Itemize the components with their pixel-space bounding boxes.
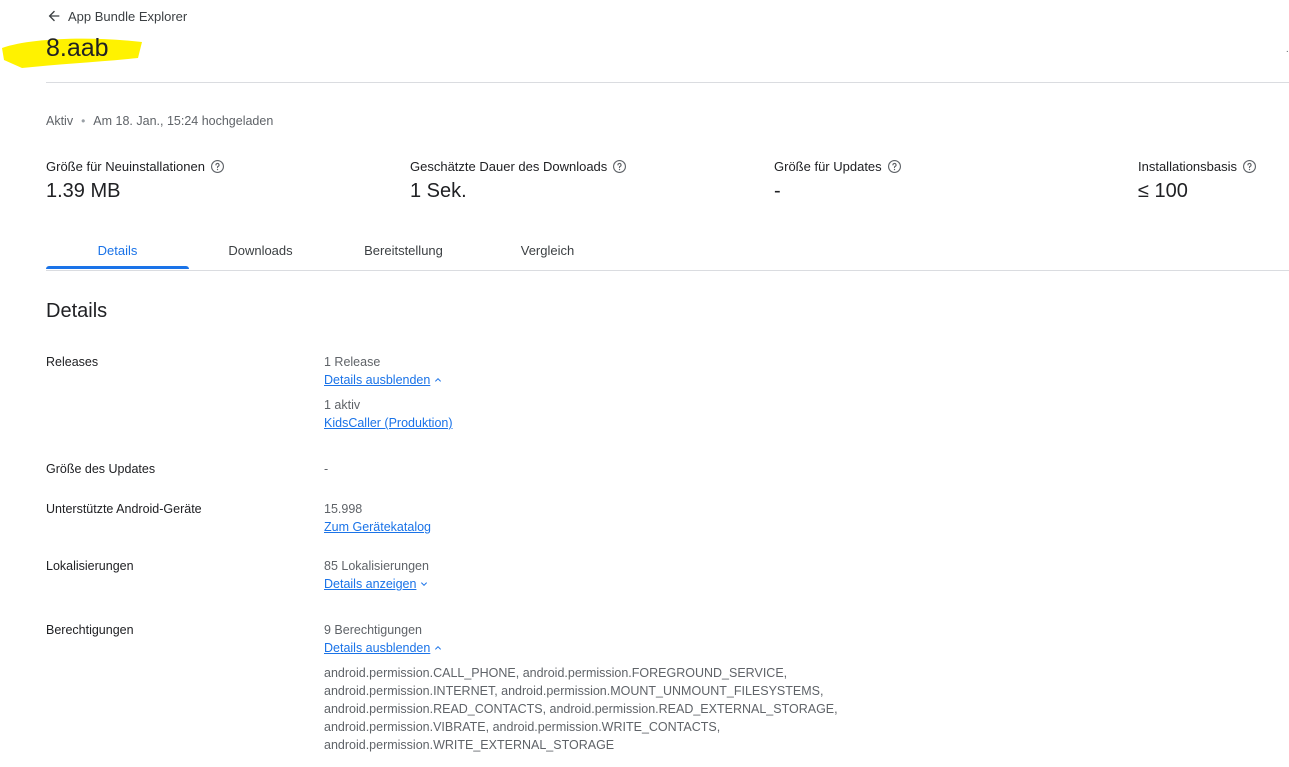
update-size-label: Größe des Updates — [46, 462, 156, 476]
metric-install-base: Installationsbasis ≤ 100 — [1138, 159, 1257, 203]
permissions-list: android.permission.CALL_PHONE, android.p… — [324, 664, 838, 754]
localizations-label: Lokalisierungen — [46, 559, 134, 573]
permission-line: android.permission.INTERNET, android.per… — [324, 684, 824, 698]
localizations-count: 85 Lokalisierungen — [324, 559, 429, 573]
tab-vergleich[interactable]: Vergleich — [475, 234, 620, 268]
metric-value: - — [774, 180, 781, 202]
help-circle-icon[interactable] — [1242, 159, 1257, 174]
help-circle-icon[interactable] — [612, 159, 627, 174]
permissions-value: 9 Berechtigungen Details ausblenden andr… — [324, 621, 838, 754]
permission-line: android.permission.WRITE_EXTERNAL_STORAG… — [324, 738, 615, 752]
back-link[interactable]: App Bundle Explorer — [46, 8, 187, 24]
page-title: 8.aab — [46, 34, 109, 62]
releases-label: Releases — [46, 355, 99, 369]
metric-download-duration: Geschätzte Dauer des Downloads 1 Sek. — [410, 159, 627, 203]
releases-count: 1 Release — [324, 355, 381, 369]
status-uploaded: Am 18. Jan., 15:24 hochgeladen — [93, 114, 274, 128]
status-separator: • — [81, 114, 86, 128]
permissions-hide-details-link[interactable]: Details ausblenden — [324, 639, 444, 657]
chevron-up-icon — [435, 646, 442, 650]
localizations-value: 85 Lokalisierungen Details anzeigen — [324, 557, 430, 593]
metric-value: ≤ 100 — [1138, 180, 1188, 202]
devices-count: 15.998 — [324, 502, 363, 516]
tab-details[interactable]: Details — [46, 234, 189, 269]
tab-downloads[interactable]: Downloads — [189, 234, 332, 268]
metric-label: Geschätzte Dauer des Downloads — [410, 159, 608, 174]
devices-value: 15.998 Zum Gerätekatalog — [324, 500, 431, 536]
localizations-show-details-link[interactable]: Details anzeigen — [324, 575, 430, 593]
chevron-down-icon — [421, 582, 428, 586]
bundle-status: Aktiv • Am 18. Jan., 15:24 hochgeladen — [46, 114, 273, 128]
status-state: Aktiv — [46, 114, 74, 128]
arrow-left-icon — [48, 10, 60, 22]
releases-value: 1 Release Details ausblenden 1 aktiv Kid… — [324, 353, 453, 432]
app-bundle-detail-page: App Bundle Explorer 8.aab · Aktiv • Am 1… — [0, 0, 1289, 767]
metric-label: Installationsbasis — [1138, 159, 1237, 174]
tab-bar: Details Downloads Bereitstellung Verglei… — [46, 234, 1289, 271]
corner-mark: · — [1285, 46, 1289, 57]
metric-update-size: Größe für Updates - — [774, 159, 902, 203]
help-circle-icon[interactable] — [887, 159, 902, 174]
help-circle-icon[interactable] — [210, 159, 225, 174]
chevron-up-icon — [435, 378, 442, 382]
metric-install-size: Größe für Neuinstallationen 1.39 MB — [46, 159, 225, 203]
device-catalog-link[interactable]: Zum Gerätekatalog — [324, 518, 431, 536]
details-heading: Details — [46, 300, 108, 322]
permission-line: android.permission.CALL_PHONE, android.p… — [324, 666, 788, 680]
permissions-label: Berechtigungen — [46, 623, 134, 637]
release-track-link[interactable]: KidsCaller (Produktion) — [324, 414, 453, 432]
back-link-label: App Bundle Explorer — [68, 8, 188, 24]
metric-label: Größe für Updates — [774, 159, 882, 174]
link-label: Details ausblenden — [324, 373, 431, 387]
update-size-value: - — [324, 462, 329, 476]
releases-active: 1 aktiv — [324, 398, 361, 412]
permissions-count: 9 Berechtigungen — [324, 623, 422, 637]
metric-value: 1 Sek. — [410, 180, 467, 202]
link-label: Details ausblenden — [324, 641, 431, 655]
link-label: Details anzeigen — [324, 577, 417, 591]
permission-line: android.permission.VIBRATE, android.perm… — [324, 720, 721, 734]
permission-line: android.permission.READ_CONTACTS, androi… — [324, 702, 838, 716]
metric-label: Größe für Neuinstallationen — [46, 159, 205, 174]
metric-value: 1.39 MB — [46, 180, 121, 202]
releases-hide-details-link[interactable]: Details ausblenden — [324, 371, 444, 389]
devices-label: Unterstützte Android-Geräte — [46, 502, 202, 516]
tab-bereitstellung[interactable]: Bereitstellung — [332, 234, 475, 268]
header-divider — [46, 82, 1289, 83]
